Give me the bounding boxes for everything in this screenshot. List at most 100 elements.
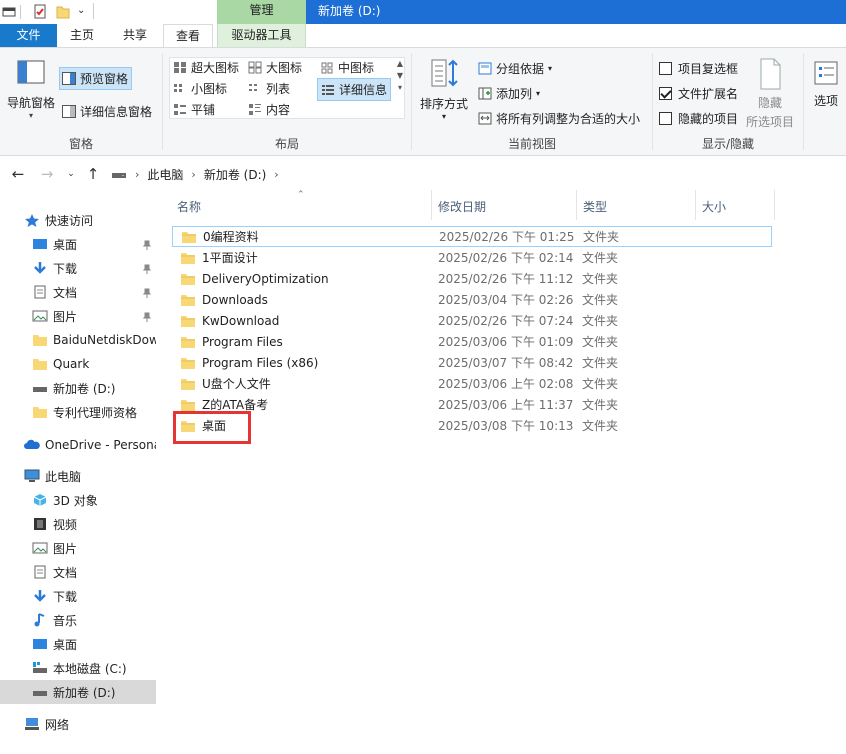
- folder-icon: [33, 407, 47, 418]
- nav-qa-downloads[interactable]: 下载: [0, 256, 156, 280]
- nav-qa-quark[interactable]: Quark: [0, 352, 156, 376]
- layout-details[interactable]: 详细信息: [317, 78, 392, 101]
- nav-pc-pictures-label: 图片: [53, 541, 78, 556]
- file-list: ⌃ 名称 修改日期 类型 大小 0编程资料 2025/02/26 下午 01:25…: [162, 190, 846, 754]
- file-extensions-label: 文件扩展名: [678, 87, 739, 101]
- breadcrumb-this-pc[interactable]: 此电脑: [147, 166, 183, 183]
- fit-columns-button[interactable]: 将所有列调整为合适的大小: [478, 110, 640, 127]
- pin-icon[interactable]: [143, 264, 151, 274]
- download-icon: [34, 590, 46, 602]
- table-row[interactable]: DeliveryOptimization 2025/02/26 下午 11:12 文…: [172, 268, 772, 289]
- nav-pc-music[interactable]: 音乐: [0, 608, 156, 632]
- nav-pc-drive-d[interactable]: 新加卷 (D:): [0, 680, 156, 704]
- layout-medium-icons[interactable]: 中图标: [320, 59, 374, 76]
- layout-list-label: 列表: [266, 82, 291, 96]
- nav-network[interactable]: 网络: [0, 712, 156, 736]
- table-row[interactable]: 0编程资料 2025/02/26 下午 01:25 文件夹: [172, 226, 772, 247]
- sort-by-button[interactable]: 排序方式 ▾: [420, 57, 468, 121]
- back-arrow-icon[interactable]: ←: [9, 164, 27, 184]
- item-checkboxes-toggle[interactable]: 项目复选框: [659, 60, 738, 77]
- hide-selected-button[interactable]: 隐藏 所选项目: [746, 58, 794, 130]
- hidden-items-toggle[interactable]: 隐藏的项目: [659, 110, 738, 127]
- nav-qa-pictures[interactable]: 图片: [0, 304, 156, 328]
- nav-qa-documents[interactable]: 文档: [0, 280, 156, 304]
- nav-qa-patent-agent[interactable]: 专利代理师资格: [0, 400, 156, 424]
- details-pane-button[interactable]: 详细信息窗格: [62, 103, 152, 120]
- hidden-items-checkbox[interactable]: [659, 112, 672, 125]
- tab-home[interactable]: 主页: [57, 24, 107, 47]
- nav-pc-desktop-label: 桌面: [53, 637, 78, 652]
- tab-view[interactable]: 查看: [163, 24, 213, 48]
- nav-this-pc[interactable]: 此电脑: [0, 464, 156, 488]
- column-header-size[interactable]: 大小: [696, 196, 774, 220]
- nav-pc-videos-label: 视频: [53, 517, 78, 532]
- tab-share[interactable]: 共享: [110, 24, 160, 47]
- nav-pc-3d-objects[interactable]: 3D 对象: [0, 488, 156, 512]
- breadcrumb-drive-d[interactable]: 新加卷 (D:): [204, 166, 266, 183]
- table-row[interactable]: Program Files 2025/03/06 下午 01:09 文件夹: [172, 331, 772, 352]
- system-menu-icon[interactable]: [2, 4, 16, 19]
- pin-icon[interactable]: [143, 312, 151, 322]
- table-row[interactable]: 1平面设计 2025/02/26 下午 02:14 文件夹: [172, 247, 772, 268]
- table-row[interactable]: 桌面 2025/03/08 下午 10:13 文件夹: [172, 415, 772, 436]
- nav-qa-baidunetdisk[interactable]: BaiduNetdiskDow: [0, 328, 156, 352]
- nav-onedrive[interactable]: OneDrive - Persona: [0, 433, 156, 457]
- large-icons-icon: [248, 61, 262, 74]
- list-icon: [249, 84, 257, 91]
- file-extensions-toggle[interactable]: 文件扩展名: [659, 85, 738, 102]
- options-button[interactable]: 选项: [812, 60, 840, 109]
- qat-dropdown-icon[interactable]: ⌄: [77, 5, 85, 16]
- up-arrow-icon[interactable]: ↑: [84, 164, 102, 184]
- star-icon: [25, 214, 39, 227]
- nav-pane-button[interactable]: 导航窗格 ▾: [6, 58, 56, 128]
- column-header-name[interactable]: 名称: [171, 196, 431, 220]
- file-modified-date: 2025/02/26 下午 11:12: [438, 272, 574, 286]
- folder-icon: [33, 335, 47, 346]
- column-header-type[interactable]: 类型: [577, 196, 695, 220]
- add-column-button[interactable]: 添加列 ▾: [478, 85, 540, 102]
- ribbon-tabs: 文件 主页 共享 查看 驱动器工具: [0, 24, 846, 48]
- nav-pc-documents[interactable]: 文档: [0, 560, 156, 584]
- layout-gallery-scroll[interactable]: ▲ ▼ ▾: [395, 58, 405, 118]
- layout-content[interactable]: 内容: [248, 101, 290, 118]
- fit-columns-label: 将所有列调整为合适的大小: [496, 112, 641, 126]
- column-header-date[interactable]: 修改日期: [432, 196, 576, 220]
- nav-qa-drive-d-label: 新加卷 (D:): [53, 381, 116, 396]
- nav-pc-pictures[interactable]: 图片: [0, 536, 156, 560]
- column-divider[interactable]: [774, 190, 775, 220]
- pin-icon[interactable]: [143, 240, 151, 250]
- table-row[interactable]: KwDownload 2025/02/26 下午 07:24 文件夹: [172, 310, 772, 331]
- item-checkboxes-checkbox[interactable]: [659, 62, 672, 75]
- nav-qa-desktop[interactable]: 桌面: [0, 232, 156, 256]
- group-by-button[interactable]: 分组依据 ▾: [478, 60, 552, 77]
- nav-pc-drive-c[interactable]: 本地磁盘 (C:): [0, 656, 156, 680]
- address-bar[interactable]: › 此电脑 › 新加卷 (D:) ›: [106, 162, 846, 186]
- properties-icon[interactable]: [33, 4, 47, 19]
- forward-arrow-icon[interactable]: →: [38, 164, 56, 184]
- preview-pane-button[interactable]: 预览窗格: [59, 67, 133, 90]
- table-row[interactable]: Z的ATA备考 2025/03/06 上午 11:37 文件夹: [172, 394, 772, 415]
- nav-pc-videos[interactable]: 视频: [0, 512, 156, 536]
- tab-drive-tools[interactable]: 驱动器工具: [217, 24, 306, 47]
- download-icon: [34, 262, 46, 274]
- layout-list[interactable]: 列表: [248, 80, 290, 97]
- tab-file[interactable]: 文件: [0, 24, 57, 47]
- nav-quick-access[interactable]: 快速访问: [0, 208, 156, 232]
- nav-pc-downloads[interactable]: 下载: [0, 584, 156, 608]
- table-row[interactable]: Downloads 2025/03/04 下午 02:26 文件夹: [172, 289, 772, 310]
- table-row[interactable]: U盘个人文件 2025/03/06 上午 02:08 文件夹: [172, 373, 772, 394]
- options-icon: [814, 61, 838, 85]
- layout-large-icons[interactable]: 大图标: [248, 59, 302, 76]
- nav-pc-desktop[interactable]: 桌面: [0, 632, 156, 656]
- pin-icon[interactable]: [143, 288, 151, 298]
- nav-qa-drive-d[interactable]: 新加卷 (D:): [0, 376, 156, 400]
- layout-tiles[interactable]: 平铺: [173, 101, 215, 118]
- recent-locations-chevron-icon[interactable]: ⌄: [64, 164, 78, 184]
- nav-qa-documents-label: 文档: [53, 285, 78, 300]
- file-extensions-checkbox[interactable]: [659, 87, 672, 100]
- layout-small-icons[interactable]: 小图标: [173, 80, 227, 97]
- table-row[interactable]: Program Files (x86) 2025/03/07 下午 08:42 文件…: [172, 352, 772, 373]
- new-folder-icon[interactable]: [56, 4, 70, 19]
- layout-extra-large-icons[interactable]: 超大图标: [173, 59, 239, 76]
- breadcrumb-separator-icon[interactable]: ›: [274, 168, 278, 181]
